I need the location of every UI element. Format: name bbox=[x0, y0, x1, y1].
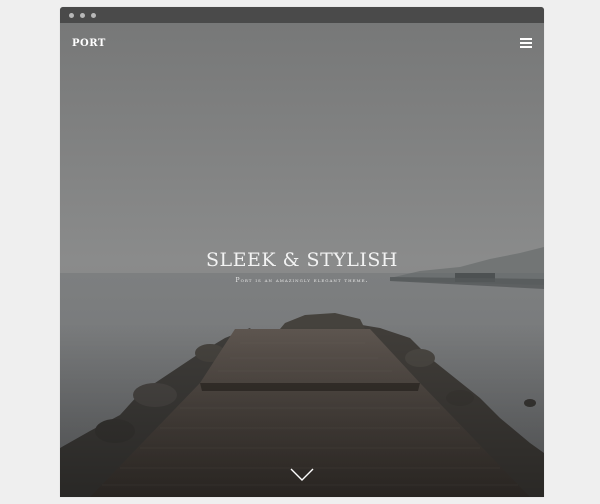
hero-title: SLEEK & STYLISH bbox=[206, 249, 398, 271]
window-dot-icon bbox=[69, 13, 74, 18]
browser-window: PORT SLEEK & STYLISH Port is an amazingl… bbox=[60, 7, 544, 497]
site-logo[interactable]: PORT bbox=[72, 38, 106, 49]
window-dot-icon bbox=[80, 13, 85, 18]
chevron-down-icon[interactable] bbox=[290, 468, 314, 482]
browser-title-bar bbox=[60, 7, 544, 23]
hero-subtitle: Port is an amazingly elegant theme. bbox=[235, 277, 369, 284]
hamburger-menu-icon[interactable] bbox=[520, 38, 532, 49]
window-dot-icon bbox=[91, 13, 96, 18]
hero-section: PORT SLEEK & STYLISH Port is an amazingl… bbox=[60, 23, 544, 497]
